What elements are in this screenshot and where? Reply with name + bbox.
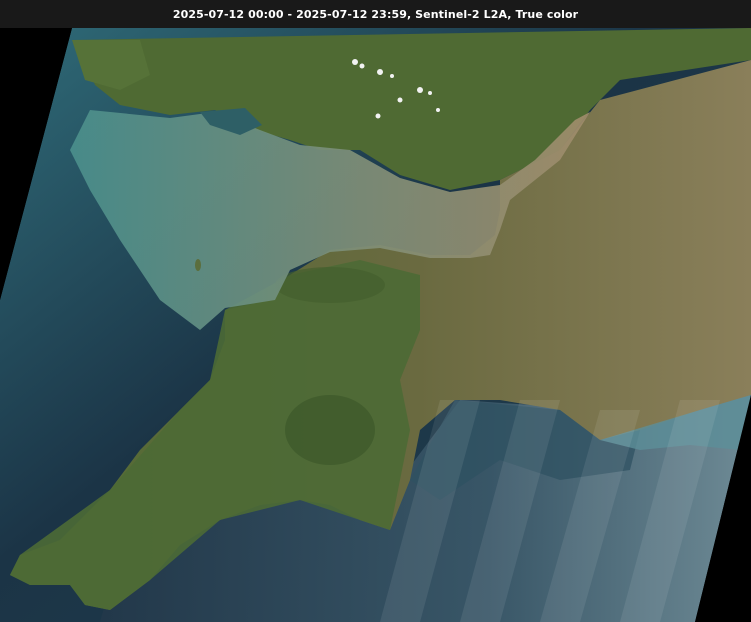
lundy-island (195, 259, 201, 271)
exmoor (275, 267, 385, 303)
image-caption: 2025-07-12 00:00 - 2025-07-12 23:59, Sen… (172, 7, 579, 21)
map-viewer[interactable]: 2025-07-12 00:00 - 2025-07-12 23:59, Sen… (0, 0, 751, 622)
dartmoor (285, 395, 375, 465)
satellite-image[interactable] (0, 0, 751, 622)
caption-bar: 2025-07-12 00:00 - 2025-07-12 23:59, Sen… (0, 0, 751, 28)
